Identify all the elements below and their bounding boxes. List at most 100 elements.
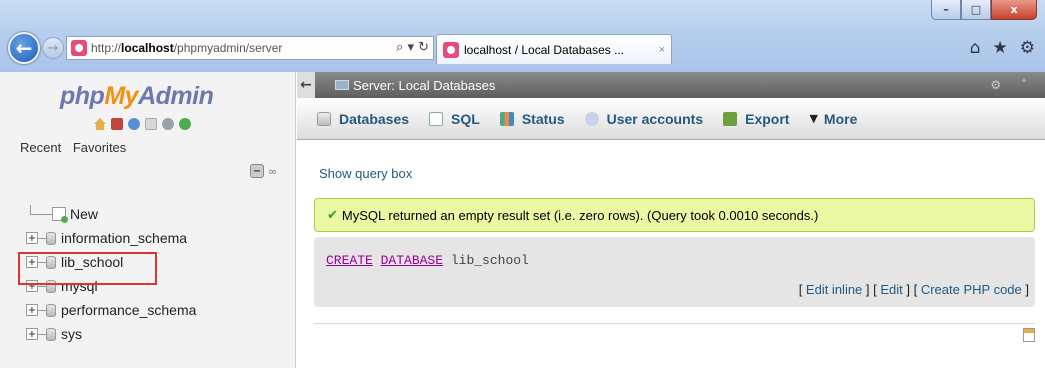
close-window-button[interactable]: x — [991, 0, 1037, 20]
sql-query-box: CREATE DATABASE lib_school [ Edit inline… — [314, 237, 1035, 307]
sql-identifier: lib_school — [443, 253, 529, 268]
breadcrumb[interactable]: Server: Local Databases — [353, 78, 495, 93]
minimize-button[interactable]: – — [931, 0, 961, 20]
expand-icon[interactable]: + — [26, 328, 38, 340]
tab-export[interactable]: Export — [723, 111, 789, 127]
tab-label: User accounts — [606, 110, 704, 127]
success-message: ✔ MySQL returned an empty result set (i.… — [314, 198, 1035, 232]
navigation-row: ← → http://localhost/phpmyadmin/server ⌕… — [0, 28, 1045, 68]
tree-connector — [38, 285, 46, 287]
forward-button[interactable]: → — [42, 37, 64, 59]
logo-my: My — [104, 82, 139, 110]
tree-connector — [38, 333, 46, 335]
chevron-down-icon: ▼ — [809, 112, 818, 125]
database-icon — [46, 231, 56, 245]
divider — [314, 323, 1035, 324]
tab-label: More — [823, 110, 858, 127]
create-php-code-link[interactable]: Create PHP code — [921, 282, 1022, 297]
tree-connector — [30, 205, 52, 215]
tab-more[interactable]: ▼ More — [809, 111, 857, 127]
documentation-icon[interactable] — [145, 118, 157, 130]
console-icon[interactable] — [1023, 328, 1035, 342]
tree-controls: − ∞ — [250, 164, 277, 178]
home-icon[interactable] — [94, 118, 106, 130]
collapse-all-icon[interactable]: − — [250, 164, 264, 178]
tab-databases[interactable]: Databases — [317, 111, 409, 127]
help-icon[interactable] — [128, 118, 140, 130]
address-path: /phpmyadmin/server — [173, 41, 283, 55]
tab-label: Databases — [339, 110, 410, 127]
highlight-box — [18, 252, 157, 285]
database-icon — [46, 303, 56, 317]
tree-item-label: performance_schema — [61, 302, 197, 318]
tab-title: localhost / Local Databases ... — [464, 42, 625, 57]
sql-keyword-database[interactable]: DATABASE — [381, 253, 443, 268]
page-settings-icon[interactable]: ⚙ ˄ — [990, 78, 1035, 92]
tab-close-icon[interactable]: × — [659, 44, 665, 56]
home-icon[interactable]: ⌂ — [970, 38, 981, 58]
link-with-main-icon[interactable]: ∞ — [268, 165, 277, 178]
settings-gear-icon[interactable]: ⚙ — [1020, 38, 1035, 58]
server-icon — [335, 80, 349, 90]
sql-code: CREATE DATABASE lib_school — [326, 253, 529, 268]
back-button[interactable]: ← — [8, 32, 40, 64]
sql-keyword-create[interactable]: CREATE — [326, 253, 373, 268]
settings-icon[interactable] — [162, 118, 174, 130]
show-query-box-link[interactable]: Show query box — [319, 166, 412, 181]
edit-link[interactable]: Edit — [880, 282, 902, 297]
recent-tab[interactable]: Recent — [20, 140, 61, 155]
tab-sql[interactable]: SQL — [429, 111, 480, 127]
checkmark-icon: ✔ — [327, 207, 338, 223]
status-icon — [499, 111, 514, 126]
main-panel: ← Server: Local Databases ⚙ ˄ Databases … — [297, 72, 1045, 368]
address-bar[interactable]: http://localhost/phpmyadmin/server ⌕ ▾ ↻ — [66, 36, 434, 60]
database-icon — [46, 327, 56, 341]
success-text: MySQL returned an empty result set (i.e.… — [341, 207, 819, 223]
tree-item-sys[interactable]: + sys — [20, 322, 290, 346]
tree-item-label: information_schema — [61, 230, 188, 246]
browser-chrome: – □ x ← → http://localhost/phpmyadmin/se… — [0, 0, 1045, 72]
edit-inline-link[interactable]: Edit inline — [806, 282, 862, 297]
quick-icons — [94, 118, 191, 130]
expand-icon[interactable]: + — [26, 304, 38, 316]
browser-tab[interactable]: localhost / Local Databases ... × — [436, 34, 672, 64]
tab-label: SQL — [451, 110, 480, 127]
tree-connector — [38, 237, 46, 239]
logo-admin: Admin — [138, 82, 214, 110]
tree-item-information-schema[interactable]: + information_schema — [20, 226, 290, 250]
tree-item-label: sys — [61, 326, 82, 342]
navigation-panel: phpMyAdmin Recent Favorites − ∞ New + in… — [0, 72, 296, 368]
window-controls: – □ x — [931, 0, 1037, 20]
maximize-button[interactable]: □ — [961, 0, 991, 20]
sql-action-links: [ Edit inline ] [ Edit ] [ Create PHP co… — [798, 282, 1029, 297]
logo-php: php — [60, 82, 105, 110]
user-accounts-icon — [584, 111, 599, 126]
new-database-icon — [52, 207, 68, 223]
tab-label: Status — [521, 110, 565, 127]
favorites-tab[interactable]: Favorites — [73, 140, 126, 155]
exit-icon[interactable] — [111, 118, 123, 130]
tree-connector — [38, 309, 46, 311]
expand-icon[interactable]: + — [26, 232, 38, 244]
tab-user-accounts[interactable]: User accounts — [584, 110, 704, 127]
address-prefix: http:// — [91, 41, 122, 55]
tree-item-label: New — [70, 206, 99, 222]
main-tabs: Databases SQL Status User accounts Expor… — [297, 98, 1045, 140]
tab-label: Export — [745, 110, 790, 127]
collapse-nav-arrow-icon[interactable]: ← — [297, 72, 315, 98]
reload-icon[interactable] — [179, 118, 191, 130]
favorites-star-icon[interactable]: ★ — [993, 38, 1008, 58]
address-bar-icons[interactable]: ⌕ ▾ ↻ — [392, 40, 429, 55]
phpmyadmin-logo[interactable]: phpMyAdmin — [60, 82, 214, 111]
tree-item-performance-schema[interactable]: + performance_schema — [20, 298, 290, 322]
address-host: localhost — [121, 41, 174, 55]
site-favicon-icon — [71, 40, 87, 56]
tab-status[interactable]: Status — [499, 110, 565, 127]
tab-favicon-icon — [443, 41, 459, 58]
sql-icon — [429, 111, 444, 126]
tree-item-new[interactable]: New — [20, 202, 290, 226]
export-icon — [723, 111, 738, 126]
browser-tools: ⌂ ★ ⚙ — [970, 38, 1035, 58]
title-bar: – □ x — [0, 0, 1045, 28]
databases-icon — [317, 111, 331, 126]
